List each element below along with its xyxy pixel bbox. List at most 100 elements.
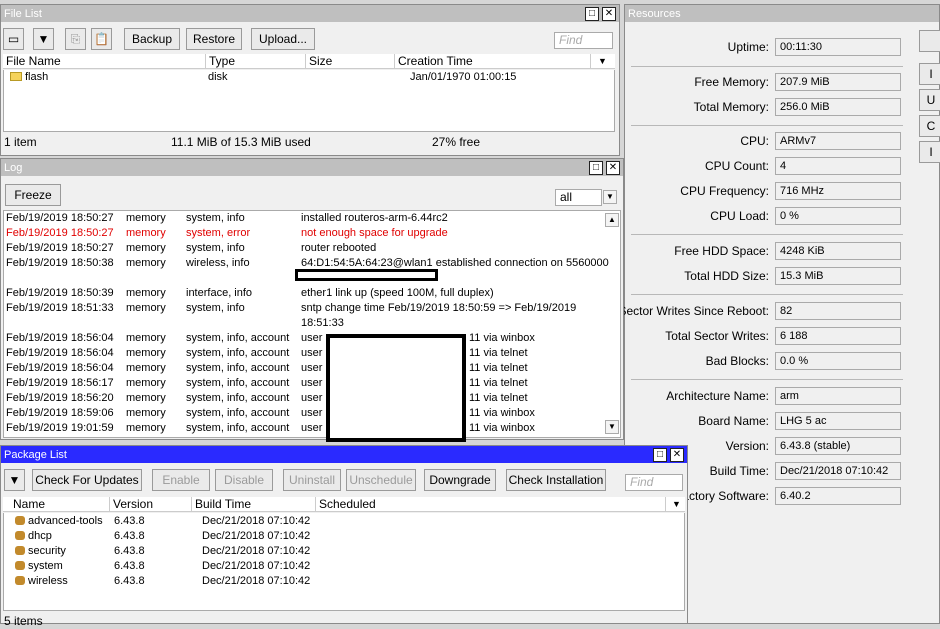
resource-value: 0.0 % — [775, 352, 901, 370]
package-row[interactable]: advanced-tools 6.43.8 Dec/21/2018 07:10:42 — [4, 514, 684, 529]
file-list-table: flash disk Jan/01/1970 01:00:15 — [3, 70, 615, 132]
log-row[interactable]: Feb/19/2019 18:56:04 memory system, info, … — [4, 331, 602, 346]
file-list-titlebar[interactable]: File List □ ✕ — [1, 5, 619, 22]
close-icon[interactable]: ✕ — [602, 6, 616, 21]
close-icon[interactable]: ✕ — [670, 447, 684, 462]
package-list-table: advanced-tools 6.43.8 Dec/21/2018 07:10:42… — [3, 513, 685, 611]
column-header-scheduled[interactable]: Scheduled — [316, 497, 666, 512]
column-header-type[interactable]: Type — [206, 54, 306, 69]
package-row[interactable]: dhcp 6.43.8 Dec/21/2018 07:10:42 — [4, 529, 684, 544]
column-header-name[interactable]: Name — [10, 497, 110, 512]
package-name: dhcp — [15, 529, 52, 544]
resource-label: Free HDD Space: — [674, 244, 769, 258]
package-name-text: advanced-tools — [28, 515, 103, 527]
freeze-button[interactable]: Freeze — [5, 184, 61, 206]
resource-label: Version: — [725, 439, 769, 453]
package-icon — [15, 531, 25, 540]
log-buffer: memory — [126, 227, 166, 239]
file-status-free: 27% free — [432, 135, 481, 149]
column-header-file-name[interactable]: File Name — [3, 54, 206, 69]
column-header-build-time[interactable]: Build Time — [192, 497, 316, 512]
copy-icon[interactable]: ⎘ — [65, 28, 86, 50]
enable-button[interactable]: Enable — [152, 469, 210, 491]
folder-icon — [10, 72, 22, 81]
check-installation-button[interactable]: Check Installation — [506, 469, 606, 491]
resources-side-button-4[interactable]: I — [919, 141, 940, 163]
package-row[interactable]: system 6.43.8 Dec/21/2018 07:10:42 — [4, 559, 684, 574]
redaction-box — [326, 334, 466, 442]
package-status-items: 5 items — [4, 614, 43, 628]
filter-icon[interactable]: ▼ — [33, 28, 54, 50]
upload-button[interactable]: Upload... — [251, 28, 315, 50]
log-filter-select[interactable]: all — [555, 189, 602, 206]
restore-button[interactable]: Restore — [186, 28, 242, 50]
log-window: Log □ ✕ Freeze all ▼ Feb/19/2019 18:50:2… — [0, 158, 624, 440]
log-filter-dropdown-icon[interactable]: ▼ — [603, 190, 617, 204]
close-icon[interactable]: ✕ — [606, 160, 620, 175]
log-topics: system, info, account — [186, 362, 290, 374]
log-message: not enough space for upgrade — [301, 227, 448, 239]
column-header-creation-time[interactable]: Creation Time — [395, 54, 591, 69]
maximize-icon[interactable]: □ — [589, 160, 603, 175]
log-row[interactable]: Feb/19/2019 19:01:59 memory system, info, … — [4, 421, 602, 436]
scroll-up-icon[interactable]: ▲ — [605, 213, 619, 227]
log-topics: system, info, account — [186, 347, 290, 359]
log-message-tail: 11 via telnet — [469, 347, 528, 359]
resources-titlebar[interactable]: Resources — [625, 5, 939, 22]
column-menu-icon[interactable]: ▼ — [669, 497, 685, 512]
package-row[interactable]: wireless 6.43.8 Dec/21/2018 07:10:42 — [4, 574, 684, 589]
uninstall-button[interactable]: Uninstall — [283, 469, 341, 491]
log-row[interactable]: Feb/19/2019 18:50:27 memory system, info in… — [4, 211, 602, 226]
resource-value: 82 — [775, 302, 901, 320]
filter-icon[interactable]: ▼ — [4, 469, 25, 491]
section-divider — [631, 379, 903, 380]
log-row[interactable]: Feb/19/2019 18:50:27 memory system, error n… — [4, 226, 602, 241]
package-list-titlebar[interactable]: Package List □ ✕ — [1, 446, 687, 463]
resources-side-button-3[interactable]: C — [919, 115, 940, 137]
log-topics: system, info, account — [186, 392, 290, 404]
disable-button[interactable]: Disable — [215, 469, 273, 491]
resources-side-button-2[interactable]: U — [919, 89, 940, 111]
log-row[interactable]: Feb/19/2019 18:50:27 memory system, info ro… — [4, 241, 602, 256]
log-row[interactable]: Feb/19/2019 18:56:04 memory system, info, … — [4, 346, 602, 361]
log-row[interactable]: Feb/19/2019 18:56:04 memory system, info, … — [4, 361, 602, 376]
package-find-input[interactable]: Find — [625, 474, 683, 491]
maximize-icon[interactable]: □ — [585, 6, 599, 21]
package-list-title: Package List — [4, 448, 67, 461]
package-row[interactable]: security 6.43.8 Dec/21/2018 07:10:42 — [4, 544, 684, 559]
maximize-icon[interactable]: □ — [653, 447, 667, 462]
column-menu-icon[interactable]: ▼ — [595, 54, 615, 69]
resource-label: Uptime: — [727, 40, 769, 54]
log-table: Feb/19/2019 18:50:27 memory system, info in… — [3, 210, 621, 438]
column-header-size[interactable]: Size — [306, 54, 395, 69]
log-buffer: memory — [126, 302, 166, 314]
package-name-text: wireless — [28, 575, 68, 587]
column-header-version[interactable]: Version — [110, 497, 192, 512]
log-buffer: memory — [126, 347, 166, 359]
remove-icon[interactable]: ▭ — [3, 28, 24, 50]
scroll-down-icon[interactable]: ▼ — [605, 420, 619, 434]
resource-value: 716 MHz — [775, 182, 901, 200]
resources-side-button-1[interactable]: I — [919, 63, 940, 85]
log-row[interactable]: Feb/19/2019 18:59:06 memory system, info, … — [4, 406, 602, 421]
resource-value: 4248 KiB — [775, 242, 901, 260]
log-message: sntp change time Feb/19/2019 18:50:59 =>… — [301, 302, 577, 314]
file-list-title: File List — [4, 7, 42, 20]
log-row[interactable]: Feb/19/2019 18:56:20 memory system, info, … — [4, 391, 602, 406]
check-for-updates-button[interactable]: Check For Updates — [32, 469, 142, 491]
unschedule-button[interactable]: Unschedule — [346, 469, 416, 491]
log-buffer: memory — [126, 422, 166, 434]
log-row[interactable]: Feb/19/2019 18:50:39 memory interface, inf… — [4, 286, 602, 301]
table-row[interactable]: flash disk Jan/01/1970 01:00:15 — [4, 70, 616, 85]
log-row[interactable]: Feb/19/2019 18:56:17 memory system, info, … — [4, 376, 602, 391]
file-find-input[interactable]: Find — [554, 32, 613, 49]
paste-icon[interactable]: 📋 — [91, 28, 112, 50]
backup-button[interactable]: Backup — [124, 28, 180, 50]
resource-value: 0 % — [775, 207, 901, 225]
log-row[interactable]: Feb/19/2019 18:51:33 memory system, info sn… — [4, 301, 602, 329]
log-titlebar[interactable]: Log □ ✕ — [1, 159, 623, 176]
downgrade-button[interactable]: Downgrade — [424, 469, 496, 491]
log-topics: system, info — [186, 302, 245, 314]
package-build: Dec/21/2018 07:10:42 — [202, 545, 311, 557]
resources-side-button-0[interactable] — [919, 30, 940, 52]
